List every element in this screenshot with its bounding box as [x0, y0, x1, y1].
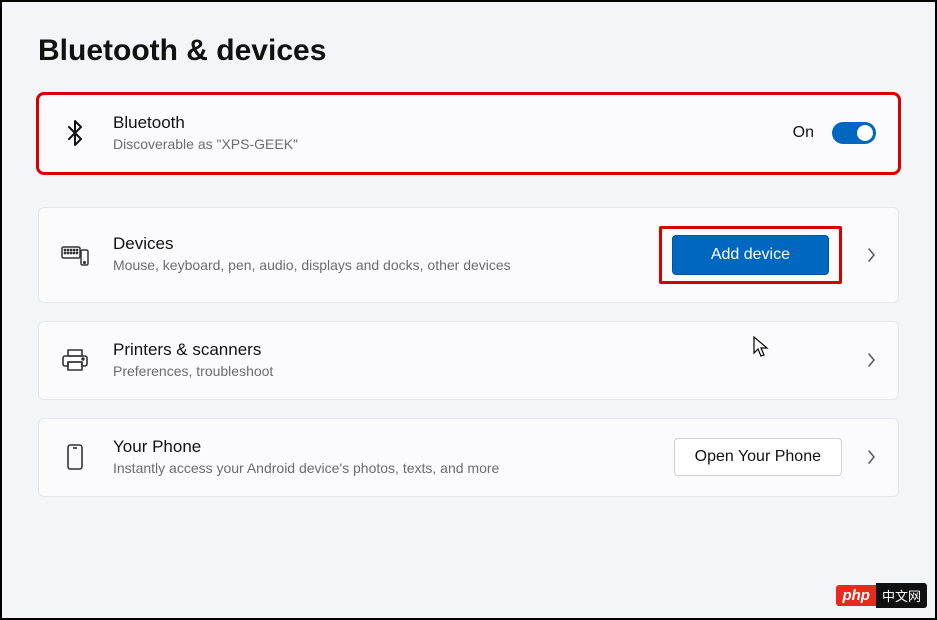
bluetooth-subtitle: Discoverable as "XPS-GEEK" [113, 135, 781, 154]
chevron-right-icon [866, 247, 876, 263]
watermark: php 中文网 [836, 583, 927, 608]
watermark-php: php [836, 585, 876, 606]
phone-text: Your Phone Instantly access your Android… [113, 437, 674, 478]
add-device-highlight: Add device [659, 226, 842, 284]
bluetooth-text: Bluetooth Discoverable as "XPS-GEEK" [113, 113, 793, 154]
chevron-right-icon [866, 449, 876, 465]
bluetooth-icon [61, 119, 89, 147]
printers-card[interactable]: Printers & scanners Preferences, trouble… [38, 321, 899, 400]
add-device-button[interactable]: Add device [672, 235, 829, 275]
devices-title: Devices [113, 234, 647, 254]
bluetooth-card: Bluetooth Discoverable as "XPS-GEEK" On [38, 94, 899, 173]
phone-icon [61, 443, 89, 471]
phone-title: Your Phone [113, 437, 662, 457]
devices-text: Devices Mouse, keyboard, pen, audio, dis… [113, 234, 659, 275]
open-your-phone-button[interactable]: Open Your Phone [674, 438, 842, 476]
printers-subtitle: Preferences, troubleshoot [113, 362, 848, 381]
bluetooth-toggle[interactable] [832, 122, 876, 144]
printers-title: Printers & scanners [113, 340, 848, 360]
your-phone-card[interactable]: Your Phone Instantly access your Android… [38, 418, 899, 497]
phone-subtitle: Instantly access your Android device's p… [113, 459, 662, 478]
devices-card[interactable]: Devices Mouse, keyboard, pen, audio, dis… [38, 207, 899, 303]
watermark-rest: 中文网 [876, 583, 927, 608]
bluetooth-title: Bluetooth [113, 113, 781, 133]
chevron-right-icon [866, 352, 876, 368]
printers-text: Printers & scanners Preferences, trouble… [113, 340, 860, 381]
printer-icon [61, 348, 89, 372]
devices-subtitle: Mouse, keyboard, pen, audio, displays an… [113, 256, 647, 275]
bluetooth-status-label: On [793, 124, 814, 142]
page-title: Bluetooth & devices [38, 34, 899, 68]
devices-icon [61, 244, 89, 266]
